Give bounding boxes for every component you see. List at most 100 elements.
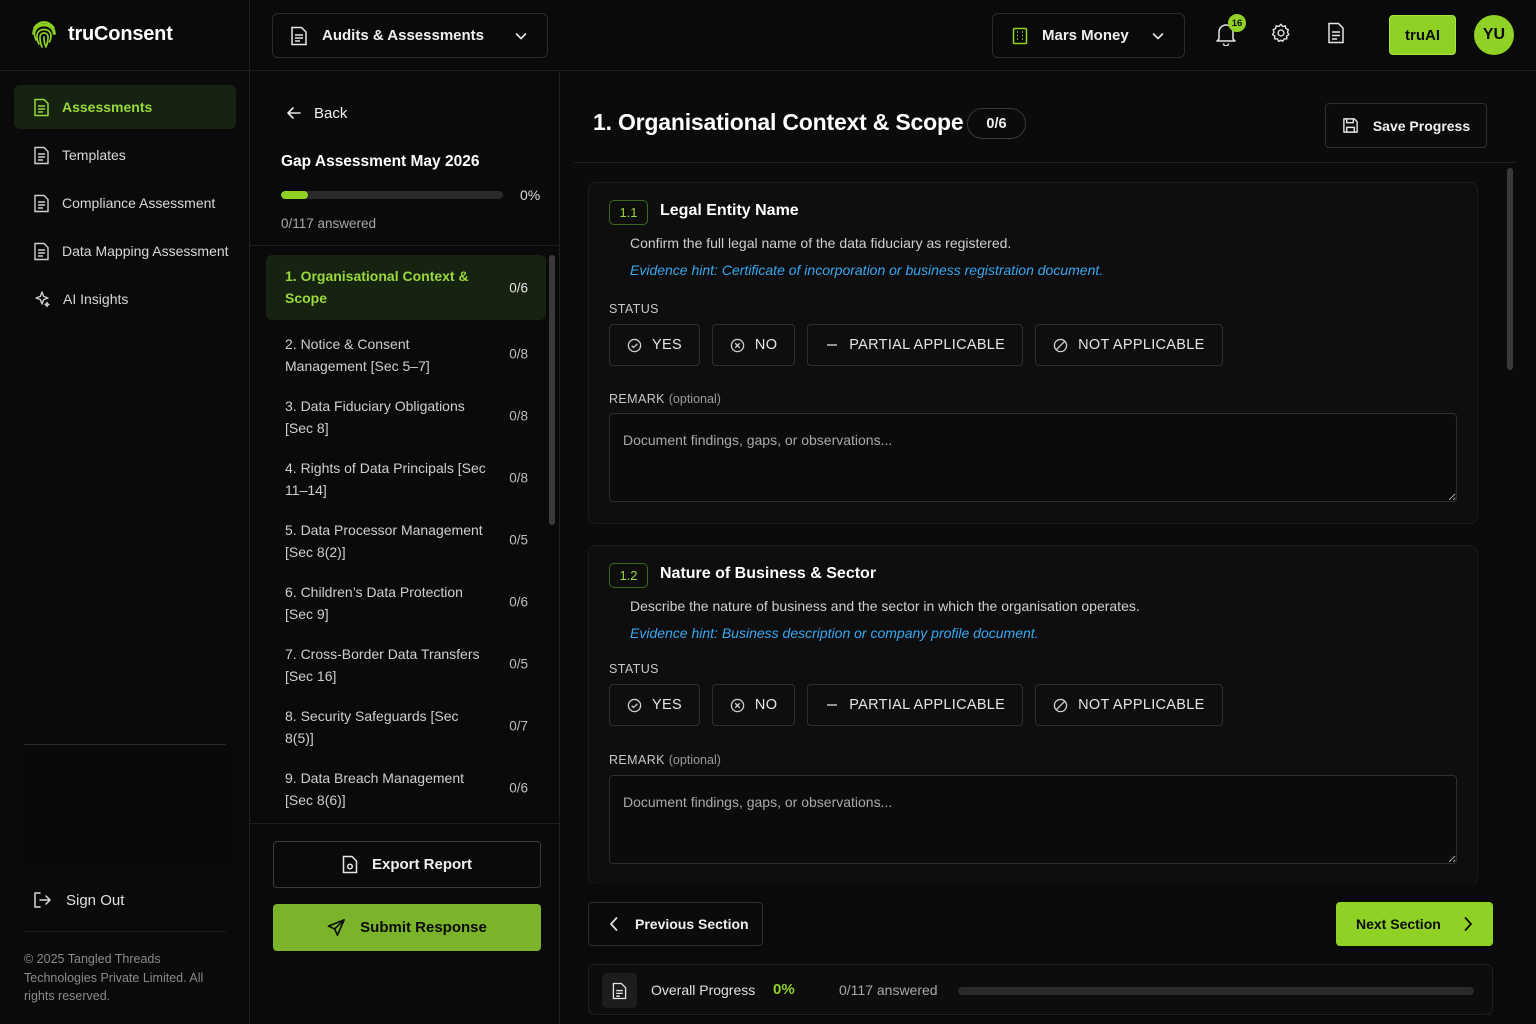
submit-response-button[interactable]: Submit Response [273,904,541,951]
next-section-button[interactable]: Next Section [1336,902,1493,946]
document-icon [33,194,50,213]
brand[interactable]: truConsent [30,16,173,52]
section-item-3[interactable]: 3. Data Fiduciary Obligations [Sec 8] 0/… [266,385,546,447]
save-icon [1342,117,1359,134]
status-options: YES NO PARTIAL APPLICABLE NOT APPLICABLE [609,324,1223,366]
status-no-button[interactable]: NO [711,324,796,366]
section-item-label: 8. Security Safeguards [Sec 8(5)] [285,708,459,746]
section-item-7[interactable]: 7. Cross-Border Data Transfers [Sec 16] … [266,633,546,695]
user-avatar[interactable]: YU [1474,15,1514,55]
sign-out-label: Sign Out [66,891,125,909]
overall-progress-percent: 0% [773,981,795,998]
section-item-9[interactable]: 9. Data Breach Management [Sec 8(6)] 0/6 [266,757,546,819]
nav-item-templates[interactable]: Templates [14,133,236,177]
ban-icon [1053,338,1068,353]
document-icon [33,98,50,117]
app-root: truConsent Assessments Templates Complia… [0,0,1536,1024]
section-item-count: 0/8 [509,346,528,362]
section-list-scrollbar[interactable] [549,255,555,525]
file-export-icon [342,855,358,874]
left-navigation: truConsent Assessments Templates Complia… [0,0,250,1024]
remark-textarea[interactable] [609,775,1457,864]
remark-optional-text: (optional) [668,753,721,767]
remark-label-text: REMARK [609,753,665,767]
assessment-progress-fill [281,191,308,199]
status-no-button[interactable]: NO [711,684,796,726]
section-item-8[interactable]: 8. Security Safeguards [Sec 8(5)] 0/7 [266,695,546,757]
section-item-2[interactable]: 2. Notice & Consent Management [Sec 5–7]… [266,323,546,385]
nav-item-data-mapping-assessment[interactable]: Data Mapping Assessment [14,229,236,273]
section-item-5[interactable]: 5. Data Processor Management [Sec 8(2)] … [266,509,546,571]
status-partial-button[interactable]: PARTIAL APPLICABLE [807,324,1024,366]
export-report-button[interactable]: Export Report [273,841,541,888]
document-icon[interactable] [1327,22,1351,46]
evidence-hint: Evidence hint: Certificate of incorporat… [630,262,1104,278]
overall-progress-label: Overall Progress [651,982,756,998]
section-item-label: 5. Data Processor Management [Sec 8(2)] [285,522,483,560]
export-report-label: Export Report [371,856,472,873]
section-count-badge: 0/6 [967,108,1026,139]
remark-textarea[interactable] [609,413,1457,502]
status-option-label: YES [652,337,682,353]
nav-item-compliance-assessment[interactable]: Compliance Assessment [14,181,236,225]
nav-divider [24,744,226,745]
nav-item-assessments[interactable]: Assessments [14,85,236,129]
x-circle-icon [730,698,745,713]
previous-section-button[interactable]: Previous Section [588,902,763,946]
nav-item-ai-insights[interactable]: AI Insights [14,277,236,321]
save-progress-button[interactable]: Save Progress [1325,103,1487,148]
main-content: 1. Organisational Context & Scope 0/6 Sa… [560,71,1536,1024]
nav-item-label: Data Mapping Assessment [62,243,229,259]
question-card: 1.2 Nature of Business & Sector Describe… [588,545,1478,885]
status-option-label: NO [754,697,778,713]
status-not-applicable-button[interactable]: NOT APPLICABLE [1035,324,1223,366]
check-circle-icon [627,338,642,353]
section-item-1[interactable]: 1. Organisational Context & Scope 0/6 [266,255,546,320]
section-item-6[interactable]: 6. Children’s Data Protection [Sec 9] 0/… [266,571,546,633]
section-item-count: 0/7 [509,718,528,734]
copyright-text: © 2025 Tangled Threads Technologies Priv… [24,952,204,1003]
brand-name: truConsent [68,22,173,45]
sign-out-button[interactable]: Sign Out [32,886,124,914]
assessment-progress-percent: 0% [520,187,541,203]
section-item-label: 4. Rights of Data Principals [Sec 11–14] [285,460,486,498]
organization-selector-dropdown[interactable]: Mars Money [992,13,1185,58]
section-title: 1. Organisational Context & Scope [593,109,964,135]
previous-section-label: Previous Section [635,916,749,932]
sign-out-icon [32,890,52,910]
truai-button[interactable]: truAI [1389,15,1456,55]
send-icon [327,918,346,937]
status-yes-button[interactable]: YES [609,684,700,726]
x-circle-icon [730,338,745,353]
section-item-label: 7. Cross-Border Data Transfers [Sec 16] [285,646,480,684]
status-label: STATUS [609,662,659,676]
document-icon [33,242,50,261]
nav-item-label: AI Insights [63,291,129,307]
check-circle-icon [627,698,642,713]
document-icon [602,973,637,1008]
status-not-applicable-button[interactable]: NOT APPLICABLE [1035,684,1223,726]
assessment-title: Gap Assessment May 2026 [281,153,480,170]
status-partial-button[interactable]: PARTIAL APPLICABLE [807,684,1024,726]
status-option-label: NO [754,337,778,353]
gear-icon[interactable] [1270,22,1294,46]
chevron-down-icon [513,28,529,44]
back-label: Back [314,104,348,122]
back-button[interactable]: Back [286,103,347,123]
section-item-4[interactable]: 4. Rights of Data Principals [Sec 11–14]… [266,447,546,509]
status-label: STATUS [609,302,659,316]
question-description: Confirm the full legal name of the data … [630,235,1012,251]
nav-item-label: Compliance Assessment [62,195,216,211]
question-title: Nature of Business & Sector [660,565,877,582]
nav-empty-panel [24,752,230,862]
status-yes-button[interactable]: YES [609,324,700,366]
main-scrollbar[interactable] [1507,168,1513,370]
section-item-count: 0/6 [509,780,528,796]
section-panel: Back Gap Assessment May 2026 0% 0/117 an… [250,71,560,1024]
status-options: YES NO PARTIAL APPLICABLE NOT APPLICABLE [609,684,1223,726]
module-selector-dropdown[interactable]: Audits & Assessments [272,13,548,58]
remark-label-text: REMARK [609,392,665,406]
nav-item-label: Assessments [62,99,153,115]
document-icon [290,26,308,46]
question-description: Describe the nature of business and the … [630,598,1140,614]
